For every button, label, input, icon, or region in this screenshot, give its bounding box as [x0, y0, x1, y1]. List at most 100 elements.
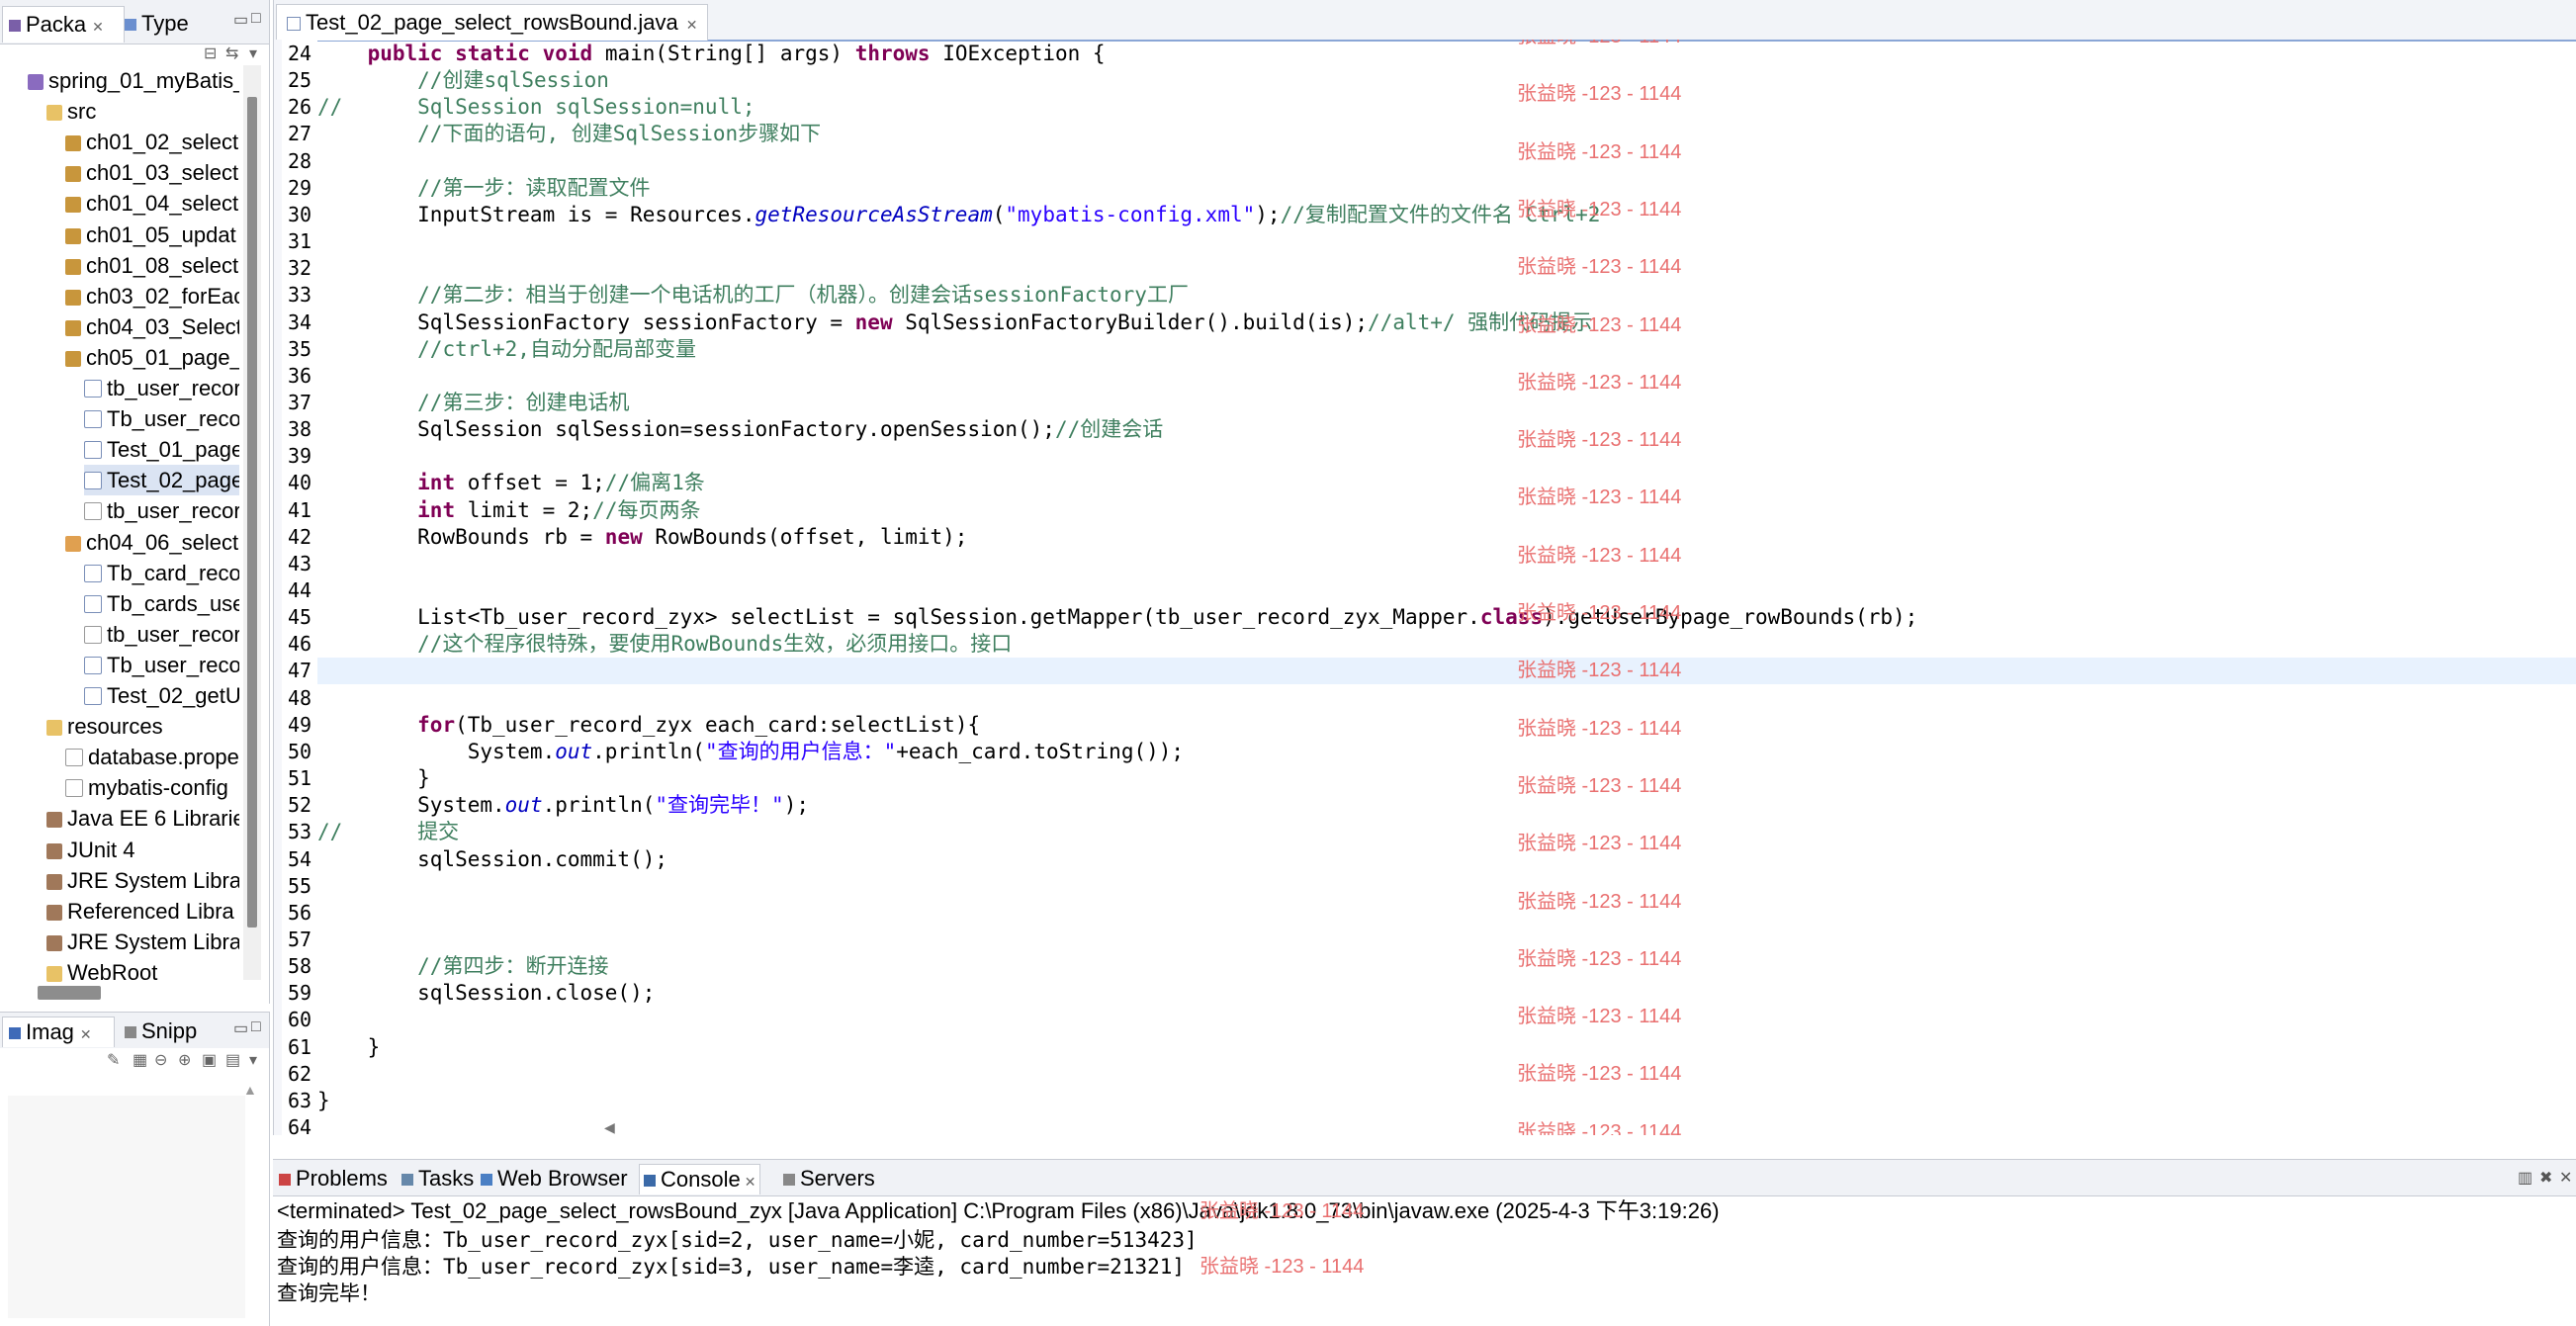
code-line[interactable]: sqlSession.close(); [317, 980, 655, 1007]
watermark-text: 张益晓 -123 - 1144 [1517, 429, 1682, 452]
tree-item[interactable]: JUnit 4 [46, 835, 134, 865]
tree-item[interactable]: Java EE 6 Librarie [46, 803, 239, 834]
code-line[interactable]: //这个程序很特殊，要使用RowBounds生效，必须用接口。接口 [317, 631, 1012, 658]
code-line[interactable]: System.out.println("查询完毕！"); [317, 792, 809, 819]
tree-item[interactable]: spring_01_myBatis_ [28, 65, 239, 96]
view-menu-icon[interactable]: ▾ [249, 1050, 257, 1070]
close-icon[interactable]: ✕ [80, 1026, 92, 1042]
rotate-icon[interactable]: ▤ [225, 1050, 240, 1070]
code-line[interactable]: //第四步：断开连接 [317, 953, 608, 980]
fit-icon[interactable]: ▣ [202, 1050, 217, 1070]
tab-problems[interactable]: Problems [275, 1164, 392, 1193]
tree-item[interactable]: Tb_user_reco [84, 650, 239, 680]
editor-tab-active-file[interactable]: Test_02_page_select_rowsBound.java ✕ [276, 4, 709, 41]
open-icon[interactable]: ✎ [107, 1050, 120, 1070]
tree-item[interactable]: ch04_03_Select [65, 311, 239, 342]
image-grid-icon[interactable]: ▦ [133, 1050, 147, 1070]
tab-servers[interactable]: Servers [779, 1164, 879, 1193]
tree-item[interactable]: tb_user_recor [84, 373, 239, 403]
remove-all-terminated-icon[interactable]: ✖ [2539, 1168, 2552, 1188]
minimize-icon[interactable]: ▭ [233, 10, 248, 30]
scroll-left-icon[interactable]: ◀ [604, 1119, 615, 1136]
code-line[interactable]: } [317, 765, 430, 792]
tree-item[interactable]: Test_02_getU [84, 680, 239, 711]
code-line[interactable]: //第三步：创建电话机 [317, 390, 629, 416]
code-text-area[interactable]: public static void main(String[] args) t… [317, 40, 2576, 1135]
tree-item[interactable]: src [46, 96, 96, 127]
link-with-editor-icon[interactable]: ⇆ [225, 44, 238, 63]
code-line[interactable]: int limit = 2;//每页两条 [317, 497, 700, 524]
tab-snippets[interactable]: Snipp [119, 1017, 220, 1046]
code-line[interactable]: public static void main(String[] args) t… [317, 41, 1106, 67]
tree-item[interactable]: Referenced Libra [46, 896, 234, 927]
tree-item[interactable]: ch01_04_select [65, 188, 238, 219]
tab-console[interactable]: Console ✕ [639, 1164, 761, 1194]
close-icon[interactable]: ✕ [92, 19, 104, 35]
tree-item[interactable]: ch01_08_select [65, 250, 238, 281]
code-line[interactable]: SqlSession sqlSession=sessionFactory.ope… [317, 416, 1163, 443]
code-line[interactable]: //创建sqlSession [317, 67, 609, 94]
tree-item-label: ch03_02_forEac [86, 283, 239, 309]
tab-web-browser[interactable]: Web Browser [477, 1164, 632, 1193]
close-icon[interactable]: ✕ [745, 1174, 756, 1190]
tree-item[interactable]: ch01_05_updat [65, 220, 236, 250]
code-line[interactable]: System.out.println("查询的用户信息："+each_card.… [317, 739, 1184, 765]
tree-item[interactable]: Tb_cards_use [84, 588, 239, 619]
scrollbar-thumb[interactable] [247, 97, 257, 928]
tree-item[interactable]: Tb_user_reco [84, 403, 239, 434]
remove-launch-icon[interactable]: ▥ [2518, 1168, 2532, 1188]
code-line[interactable]: //第一步：读取配置文件 [317, 175, 650, 202]
tree-item[interactable]: ch03_02_forEac [65, 281, 239, 311]
collapse-all-icon[interactable]: ⊟ [204, 44, 217, 63]
code-line[interactable]: //ctrl+2,自动分配局部变量 [317, 336, 696, 363]
tree-item[interactable]: JRE System Libra [46, 865, 239, 896]
tree-item[interactable]: WebRoot [46, 957, 157, 985]
close-icon[interactable]: ✕ [686, 17, 698, 33]
code-line[interactable] [317, 658, 2576, 685]
code-line[interactable]: //下面的语句, 创建SqlSession步骤如下 [317, 121, 821, 147]
line-number: 46 [288, 632, 312, 657]
tree-item-label: database.prope [88, 745, 239, 770]
zoom-in-icon[interactable]: ⊕ [178, 1050, 191, 1070]
code-line[interactable]: RowBounds rb = new RowBounds(offset, lim… [317, 524, 967, 551]
tab-package-explorer[interactable]: Packa ✕ [2, 6, 125, 43]
code-line[interactable]: //第二步：相当于创建一个电话机的工厂（机器）。创建会话sessionFacto… [317, 282, 1189, 309]
explorer-horizontal-scrollbar-thumb[interactable] [38, 986, 101, 1000]
maximize-icon[interactable]: □ [251, 1018, 261, 1036]
watermark-text: 张益晓 -123 - 1144 [1517, 833, 1682, 855]
tree-item[interactable]: resources [46, 711, 163, 742]
code-line[interactable]: int offset = 1;//偏离1条 [317, 470, 705, 496]
tree-item[interactable]: Tb_card_reco [84, 558, 239, 588]
tree-item[interactable]: database.prope [65, 742, 239, 772]
code-line[interactable]: SqlSessionFactory sessionFactory = new S… [317, 309, 1592, 336]
tree-item[interactable]: JRE System Libra [46, 927, 239, 957]
tree-item[interactable]: Test_02_page [84, 465, 239, 496]
tree-item[interactable]: mybatis-config [65, 772, 228, 803]
tab-image-viewer[interactable]: Imag ✕ [2, 1017, 115, 1047]
library-icon [46, 842, 62, 859]
editor-horizontal-scrollbar[interactable]: ◀ [317, 1119, 2576, 1135]
scroll-up-icon[interactable]: ▲ [243, 1082, 257, 1098]
maximize-icon[interactable]: □ [251, 10, 261, 28]
tree-item[interactable]: ch05_01_page_ [65, 342, 239, 373]
tree-item[interactable]: ch01_03_select [65, 157, 238, 188]
code-line[interactable]: InputStream is = Resources.getResourceAs… [317, 202, 1600, 228]
code-line[interactable]: for(Tb_user_record_zyx each_card:selectL… [317, 712, 980, 739]
tree-item[interactable]: tb_user_recor [84, 495, 239, 526]
explorer-vertical-scrollbar[interactable] [243, 65, 261, 980]
tree-item[interactable]: ch04_06_select [65, 527, 238, 558]
code-line[interactable]: // SqlSession sqlSession=null; [317, 94, 755, 121]
code-line[interactable]: sqlSession.commit(); [317, 846, 667, 873]
zoom-out-icon[interactable]: ⊖ [154, 1050, 167, 1070]
code-line[interactable]: // 提交 [317, 819, 459, 845]
minimize-icon[interactable]: ▭ [233, 1018, 248, 1038]
console-icon [644, 1175, 656, 1188]
tree-item[interactable]: tb_user_recor [84, 619, 239, 650]
xml-file-icon [84, 502, 102, 521]
tab-type-hierarchy[interactable]: Type [119, 6, 224, 42]
tree-item[interactable]: Test_01_page [84, 434, 239, 465]
tree-item[interactable]: ch01_02_select [65, 127, 238, 157]
more-actions-icon[interactable]: ✕ [2559, 1168, 2572, 1188]
view-menu-icon[interactable]: ▾ [249, 44, 257, 63]
tab-tasks[interactable]: Tasks [398, 1164, 478, 1193]
